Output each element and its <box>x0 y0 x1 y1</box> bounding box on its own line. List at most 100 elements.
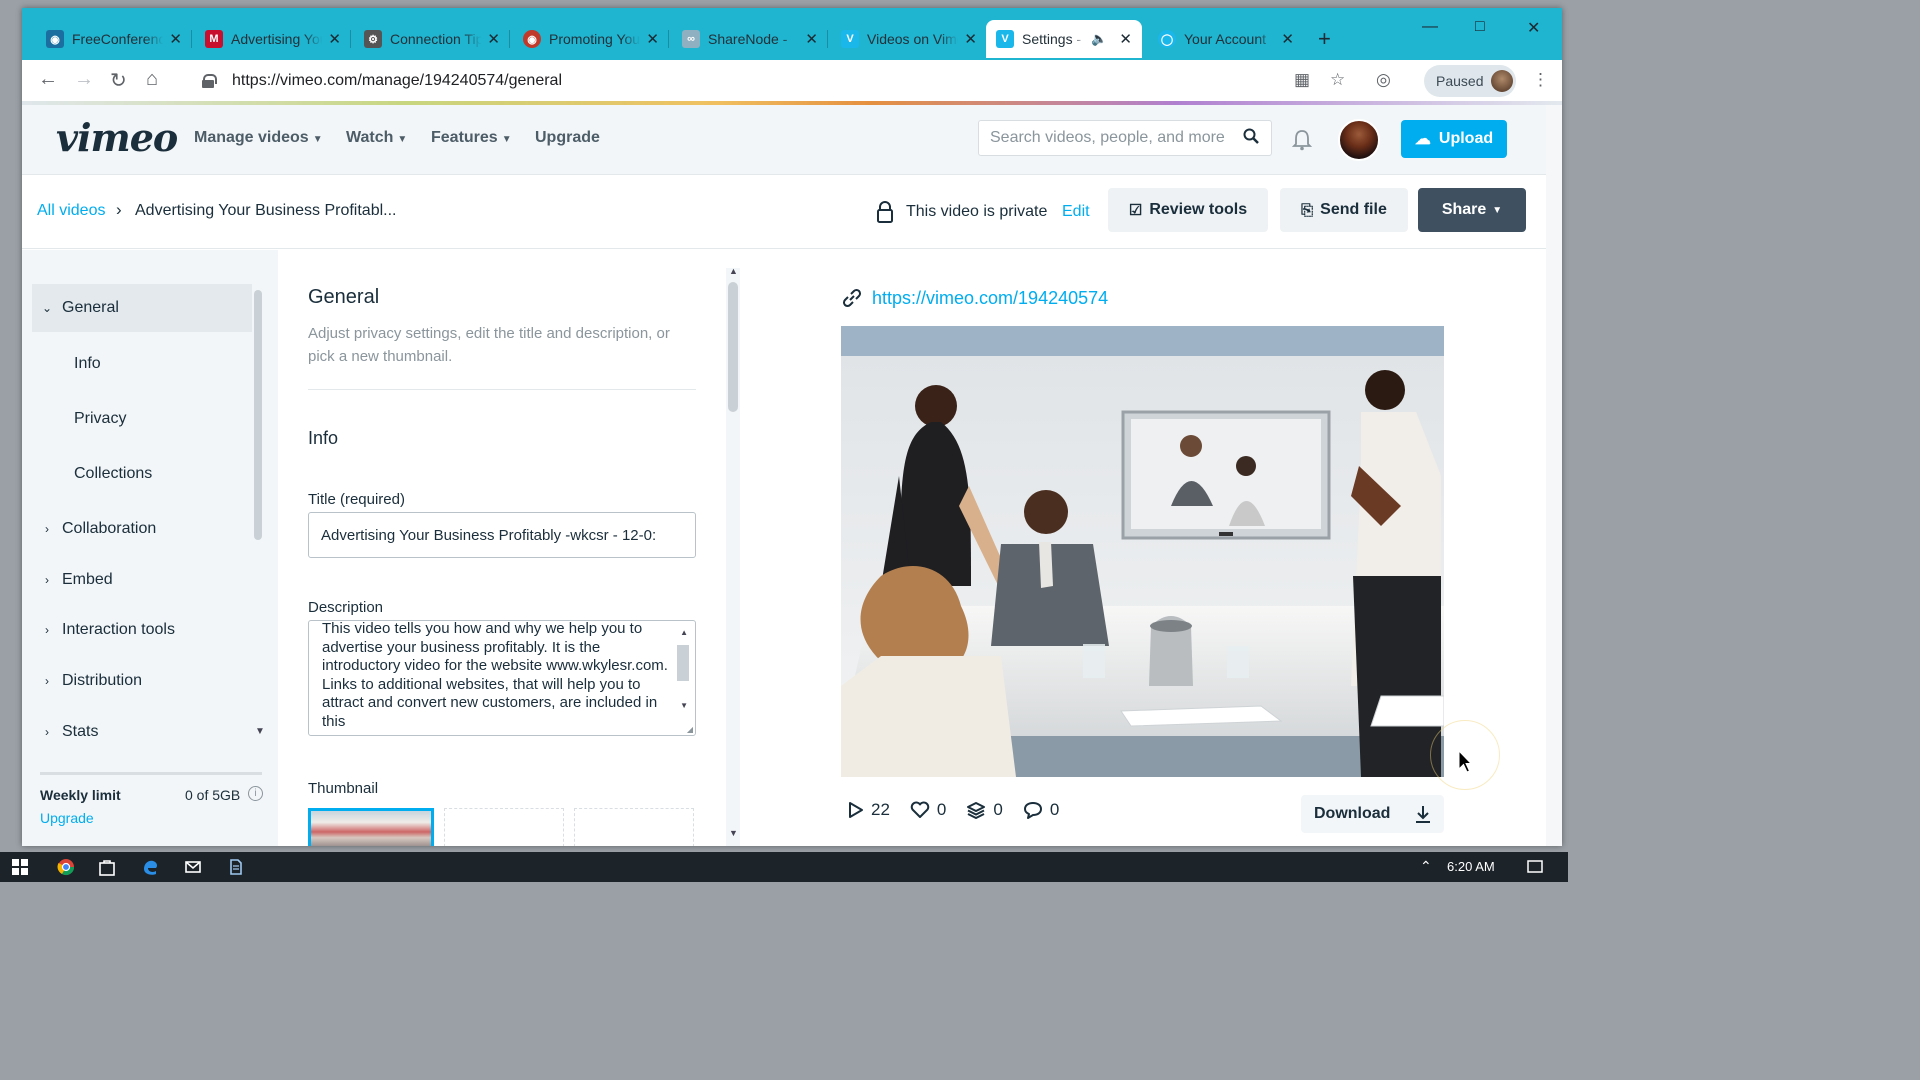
info-icon[interactable]: i <box>248 786 263 801</box>
share-button[interactable]: Share ▼ <box>1418 188 1526 232</box>
likes-stat: 0 <box>910 800 946 820</box>
scroll-up-arrow[interactable]: ▲ <box>729 266 738 276</box>
scroll-down-arrow[interactable]: ▼ <box>680 697 688 716</box>
thumbnail-option-selected[interactable] <box>308 808 434 846</box>
nav-upgrade[interactable]: Upgrade <box>535 129 600 147</box>
sidebar-item-stats[interactable]: › Stats <box>32 708 252 756</box>
breadcrumb-all-videos[interactable]: All videos <box>37 202 105 220</box>
speaker-icon[interactable]: 🔈 <box>1091 31 1107 47</box>
form-scrollbar[interactable]: ▲ ▼ <box>726 266 740 846</box>
close-tab-icon[interactable]: ✕ <box>487 30 500 48</box>
scroll-down-arrow[interactable]: ▼ <box>255 726 265 737</box>
layers-icon <box>967 802 986 819</box>
textarea-scrollbar[interactable] <box>677 645 689 681</box>
chevron-down-icon: ▼ <box>1492 204 1503 216</box>
sidebar-item-collaboration[interactable]: › Collaboration <box>32 505 252 553</box>
close-tab-icon[interactable]: ✕ <box>646 30 659 48</box>
scroll-up-arrow[interactable]: ▲ <box>680 624 688 643</box>
profile-button[interactable]: Paused <box>1424 65 1516 97</box>
description-field[interactable]: This video tells you how and why we help… <box>308 620 696 736</box>
close-tab-icon[interactable]: ✕ <box>805 30 818 48</box>
download-button[interactable]: Download <box>1301 795 1444 833</box>
forward-icon[interactable]: → <box>74 68 94 91</box>
home-icon[interactable]: ⌂ <box>146 68 158 91</box>
close-tab-icon[interactable]: ✕ <box>1281 30 1294 48</box>
reload-icon[interactable]: ↻ <box>110 68 127 93</box>
browser-tab[interactable]: ◯ Your Account ✕ <box>1148 20 1304 58</box>
search-input[interactable]: Search videos, people, and more <box>978 120 1272 156</box>
close-tab-icon[interactable]: ✕ <box>169 30 182 48</box>
review-tools-button[interactable]: ☑ Review tools <box>1108 188 1268 232</box>
nav-manage-videos[interactable]: Manage videos ▼ <box>194 129 323 147</box>
chevron-down-icon: ⌄ <box>41 301 53 315</box>
close-tab-icon[interactable]: ✕ <box>964 30 977 48</box>
close-tab-icon[interactable]: ✕ <box>328 30 341 48</box>
divider <box>308 389 696 390</box>
bell-icon[interactable] <box>1292 129 1312 151</box>
new-tab-button[interactable]: + <box>1318 26 1331 52</box>
star-icon[interactable]: ☆ <box>1330 70 1345 90</box>
thumbnail-option[interactable] <box>574 808 694 846</box>
chevron-up-icon[interactable]: ⌃ <box>1420 858 1432 875</box>
page-scrollbar[interactable] <box>1546 105 1562 846</box>
browser-tab[interactable]: ◉ Promoting Your ✕ <box>513 20 669 58</box>
sidebar-item-collections[interactable]: Collections <box>32 450 252 498</box>
lock-icon <box>877 201 893 223</box>
play-icon <box>849 802 863 818</box>
browser-tab-active[interactable]: V Settings - 🔈 ✕ <box>986 20 1142 58</box>
page-title: General <box>308 286 380 308</box>
sharenode-icon: ∞ <box>682 30 700 48</box>
browser-tab[interactable]: ⚙ Connection Tips ✕ <box>354 20 510 58</box>
privacy-edit-link[interactable]: Edit <box>1062 203 1090 221</box>
nav-watch[interactable]: Watch ▼ <box>346 129 407 147</box>
extension-icon[interactable]: ◎ <box>1376 70 1391 90</box>
vimeo-logo[interactable]: vimeo <box>56 115 178 160</box>
back-icon[interactable]: ← <box>38 68 58 91</box>
sidebar-item-interaction-tools[interactable]: › Interaction tools <box>32 606 252 654</box>
thumbnail-option[interactable] <box>444 808 564 846</box>
collections-stat: 0 <box>966 800 1003 820</box>
sidebar-item-privacy[interactable]: Privacy <box>32 395 252 443</box>
notification-icon[interactable] <box>1526 858 1544 876</box>
comment-icon <box>1023 802 1042 819</box>
search-icon[interactable] <box>1243 128 1259 144</box>
document-icon[interactable] <box>227 858 245 876</box>
browser-tab[interactable]: ◉ FreeConferenceCall ✕ <box>36 20 192 58</box>
scroll-down-arrow[interactable]: ▼ <box>729 828 738 838</box>
url-field[interactable]: https://vimeo.com/manage/194240574/gener… <box>184 65 1284 97</box>
comments-stat: 0 <box>1023 800 1059 820</box>
maximize-icon[interactable]: □ <box>1475 18 1485 36</box>
address-bar: ← → ↻ ⌂ https://vimeo.com/manage/1942405… <box>22 60 1562 102</box>
upload-button[interactable]: ☁ Upload <box>1401 120 1507 158</box>
video-link[interactable]: https://vimeo.com/194240574 <box>872 288 1108 309</box>
chrome-icon[interactable] <box>57 858 75 876</box>
user-avatar[interactable] <box>1338 119 1380 161</box>
close-window-icon[interactable]: ✕ <box>1527 18 1540 38</box>
browser-tab[interactable]: ∞ ShareNode - ✕ <box>672 20 828 58</box>
minimize-icon[interactable]: — <box>1422 18 1438 36</box>
sidebar-item-distribution[interactable]: › Distribution <box>32 657 252 705</box>
close-tab-icon[interactable]: ✕ <box>1119 30 1132 48</box>
upgrade-link[interactable]: Upgrade <box>40 810 94 826</box>
chevron-down-icon: ▼ <box>501 134 512 145</box>
edge-icon[interactable] <box>141 858 159 876</box>
sidebar-item-info[interactable]: Info <box>32 340 252 388</box>
browser-tab[interactable]: M Advertising Your Business ✕ <box>195 20 351 58</box>
menu-dots-icon[interactable]: ⋮ <box>1532 70 1549 90</box>
store-icon[interactable] <box>98 858 116 876</box>
tab-strip: ◉ FreeConferenceCall ✕ M Advertising You… <box>22 8 1562 60</box>
video-thumbnail[interactable] <box>841 326 1444 777</box>
mail-icon[interactable] <box>184 858 202 876</box>
resize-handle-icon[interactable]: ◢ <box>687 721 693 735</box>
clock[interactable]: 6:20 AM <box>1447 859 1495 874</box>
browser-tab[interactable]: V Videos on Vimeo ✕ <box>831 20 987 58</box>
scrollbar-thumb[interactable] <box>728 282 738 412</box>
nav-features[interactable]: Features ▼ <box>431 129 512 147</box>
sidebar-item-general[interactable]: ⌄ General <box>32 284 252 332</box>
send-file-button[interactable]: ⎘ Send file <box>1280 188 1408 232</box>
translate-icon[interactable]: ▦ <box>1294 70 1310 90</box>
sidebar-scrollbar[interactable] <box>254 290 262 540</box>
sidebar-item-embed[interactable]: › Embed <box>32 556 252 604</box>
windows-start-icon[interactable] <box>11 858 29 876</box>
title-field[interactable]: Advertising Your Business Profitably -wk… <box>308 512 696 558</box>
